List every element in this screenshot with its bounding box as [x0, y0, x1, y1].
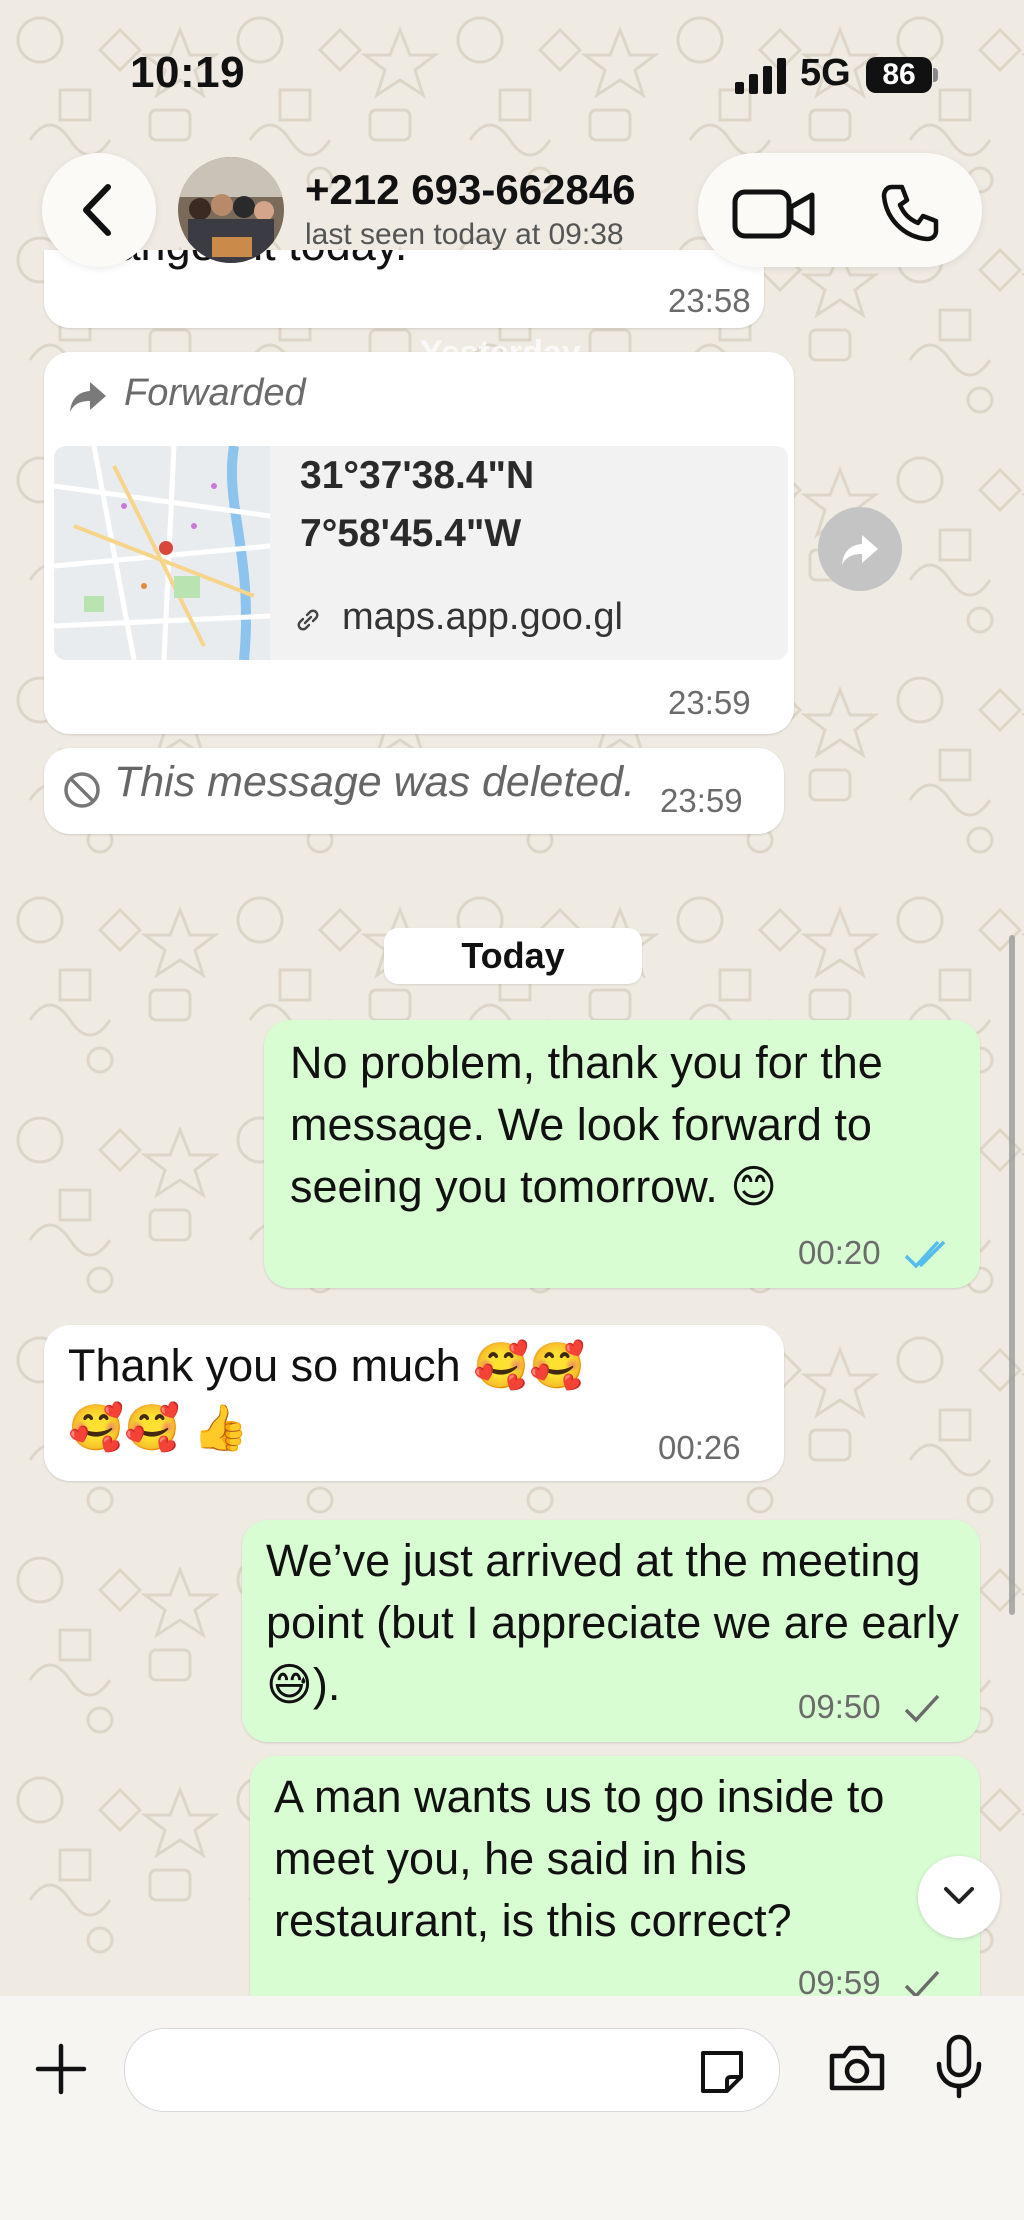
forwarded-location-bubble[interactable]: Forwarded 31°37'38.4"N 7°58'45.4"W maps.… — [44, 352, 794, 734]
call-actions — [698, 153, 982, 267]
location-longitude: 7°58'45.4"W — [300, 512, 522, 555]
scroll-to-bottom-button[interactable] — [918, 1856, 1000, 1938]
scroll-indicator[interactable] — [1009, 935, 1015, 1615]
location-latitude: 31°37'38.4"N — [300, 454, 535, 497]
camera-icon[interactable] — [826, 2042, 888, 2094]
sticker-icon[interactable] — [697, 2047, 747, 2097]
message-text: No problem, thank you for the message. W… — [290, 1037, 883, 1212]
map-thumbnail — [54, 446, 270, 660]
sent-tick-icon — [904, 1970, 940, 1998]
message-time: 09:50 — [798, 1688, 881, 1725]
deleted-message-bubble[interactable]: This message was deleted. 23:59 — [44, 748, 784, 834]
deleted-icon — [64, 772, 100, 808]
chat-scroll-area[interactable]: changed it today. 23:58 Yesterday Forwar… — [0, 0, 1024, 2001]
message-input[interactable] — [124, 2028, 780, 2112]
forward-button[interactable] — [818, 507, 902, 591]
phone-call-icon — [881, 184, 939, 242]
back-button[interactable] — [42, 153, 156, 267]
message-time: 23:59 — [660, 782, 743, 819]
sent-tick-icon — [904, 1694, 940, 1723]
message-bubble-incoming[interactable]: Thank you so much 🥰🥰🥰🥰 👍 00:26 — [44, 1325, 784, 1481]
share-forward-icon — [842, 535, 878, 565]
back-chevron-icon — [83, 184, 111, 236]
date-divider-label: Today — [461, 935, 565, 976]
microphone-icon[interactable] — [934, 2034, 984, 2100]
location-card[interactable]: 31°37'38.4"N 7°58'45.4"W maps.app.goo.gl — [54, 446, 788, 660]
message-text: A man wants us to go inside to meet you,… — [274, 1771, 885, 1946]
message-time: 23:59 — [668, 684, 751, 721]
date-divider: Today — [384, 928, 642, 984]
message-bubble-outgoing[interactable]: We’ve just arrived at the meeting point … — [242, 1520, 980, 1742]
contact-name[interactable]: +212 693-662846 — [305, 166, 635, 214]
message-bubble-outgoing[interactable]: A man wants us to go inside to meet you,… — [250, 1756, 980, 2001]
deleted-message-text: This message was deleted. — [114, 758, 636, 806]
message-time: 00:20 — [798, 1234, 881, 1271]
plus-icon[interactable] — [34, 2042, 88, 2096]
location-link[interactable]: maps.app.goo.gl — [342, 596, 623, 639]
forwarded-label: Forwarded — [124, 372, 306, 414]
message-bubble-outgoing[interactable]: No problem, thank you for the message. W… — [264, 1020, 980, 1288]
message-text: Thank you so much 🥰🥰🥰🥰 👍 — [68, 1340, 586, 1453]
read-ticks-icon — [904, 1240, 946, 1269]
contact-avatar[interactable] — [178, 157, 284, 263]
link-icon — [297, 609, 319, 631]
message-time: 00:26 — [658, 1429, 741, 1466]
last-seen-status: last seen today at 09:38 — [305, 218, 624, 251]
chevron-down-icon — [944, 1887, 974, 1904]
message-time: 23:58 — [668, 282, 751, 319]
video-call-icon — [732, 189, 815, 239]
forward-arrow-icon — [70, 382, 106, 412]
phone-call-button[interactable] — [858, 167, 958, 253]
video-call-button[interactable] — [718, 167, 828, 253]
